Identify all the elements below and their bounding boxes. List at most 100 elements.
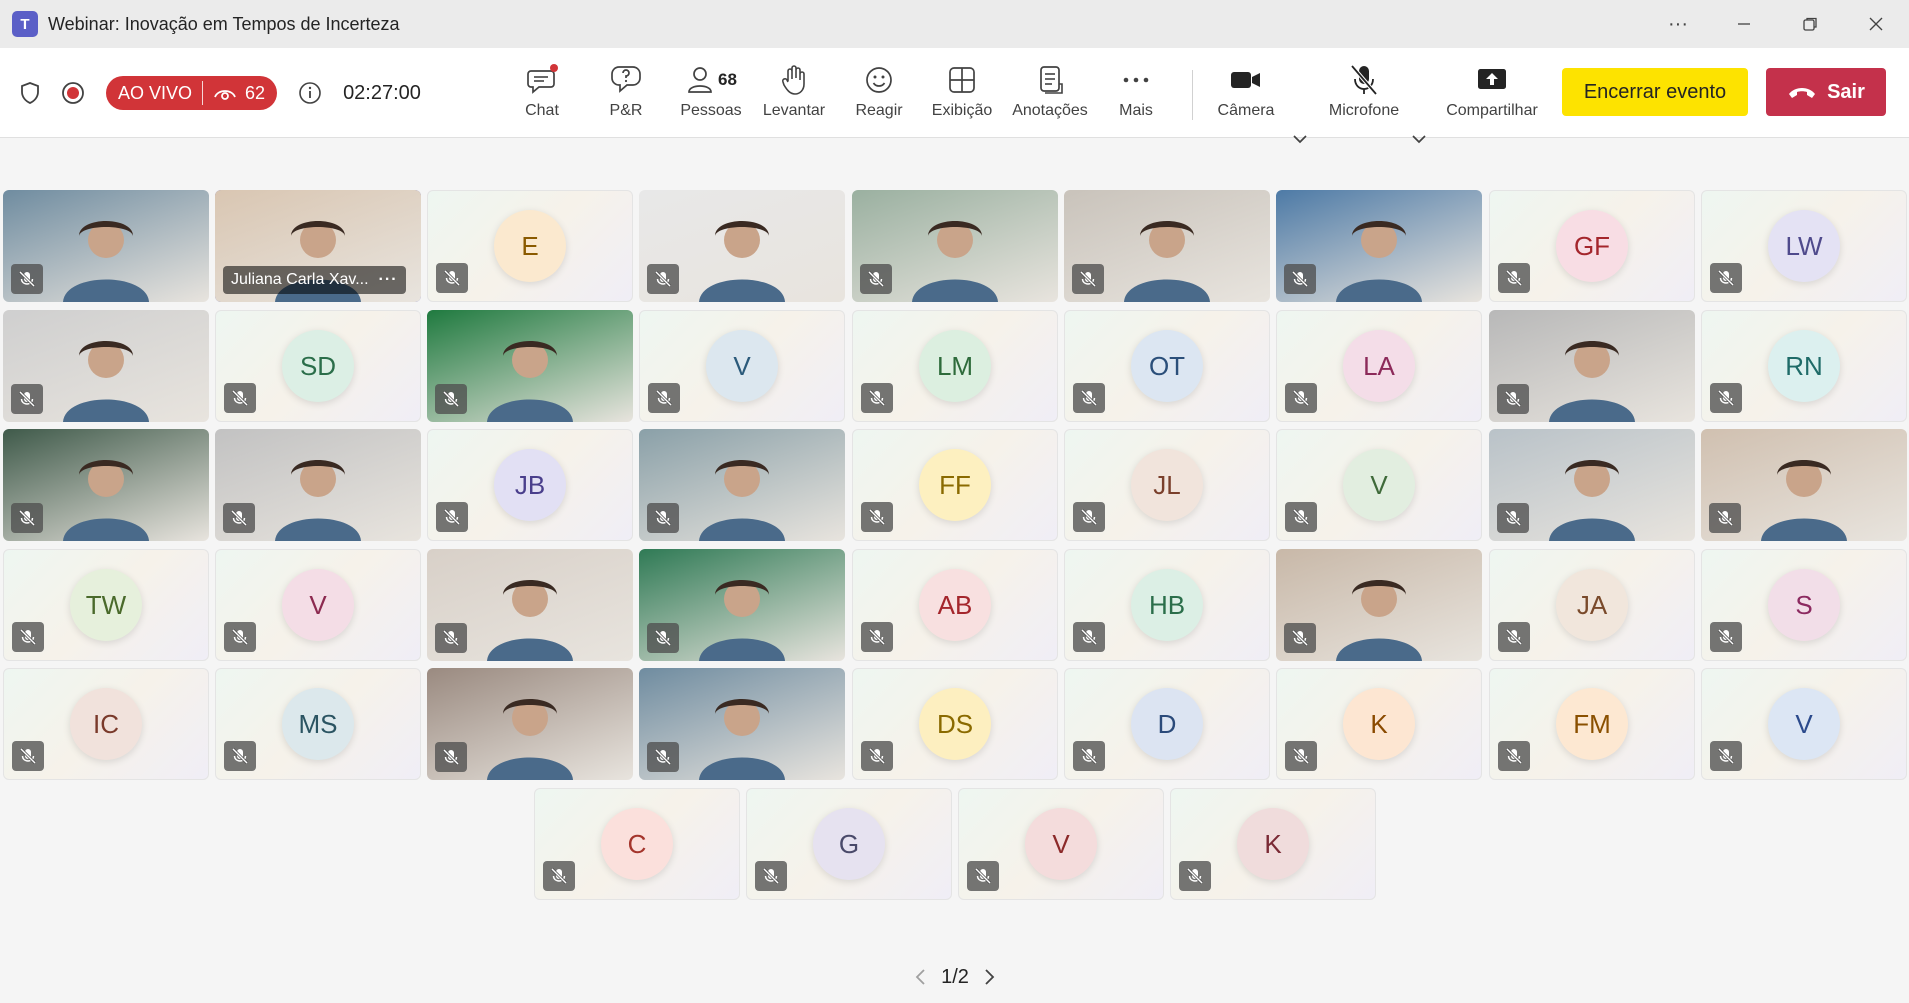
participant-tile[interactable] xyxy=(852,190,1058,302)
view-button[interactable]: Exibição xyxy=(932,60,992,130)
participant-tile[interactable]: E xyxy=(427,190,633,302)
participant-tile[interactable]: AB xyxy=(852,549,1058,661)
participant-tile[interactable] xyxy=(427,668,633,780)
participant-tile[interactable] xyxy=(427,310,633,422)
microphone-label: Microfone xyxy=(1328,102,1400,119)
people-label: Pessoas xyxy=(680,102,742,119)
participant-tile[interactable]: HB xyxy=(1064,549,1270,661)
end-event-button[interactable]: Encerrar evento xyxy=(1562,68,1748,116)
chat-icon xyxy=(527,64,558,94)
participant-tile[interactable]: OT xyxy=(1064,310,1270,422)
participant-tile[interactable]: D xyxy=(1064,668,1270,780)
participant-tile[interactable]: V xyxy=(639,310,845,422)
participant-tile[interactable] xyxy=(1489,429,1695,541)
participant-tile[interactable] xyxy=(639,549,845,661)
muted-mic-icon xyxy=(647,623,679,653)
participant-tile[interactable]: LM xyxy=(852,310,1058,422)
participant-tile[interactable]: FM xyxy=(1489,668,1695,780)
participant-tile[interactable]: FF xyxy=(852,429,1058,541)
participant-tile[interactable] xyxy=(639,190,845,302)
more-button[interactable]: Mais xyxy=(1116,60,1156,130)
muted-mic-icon xyxy=(1285,383,1317,413)
live-badge[interactable]: AO VIVO 62 xyxy=(106,76,278,110)
participant-tile[interactable] xyxy=(215,429,421,541)
participant-tile[interactable]: JB xyxy=(427,429,633,541)
chat-button[interactable]: Chat xyxy=(522,60,562,130)
participant-tile[interactable] xyxy=(3,310,209,422)
muted-mic-icon xyxy=(12,622,44,652)
participant-tile[interactable]: JA xyxy=(1489,549,1695,661)
muted-mic-icon xyxy=(12,741,44,771)
restore-button[interactable] xyxy=(1777,0,1843,48)
recording-icon[interactable] xyxy=(60,80,86,106)
participant-tile[interactable]: K xyxy=(1170,788,1376,900)
react-button[interactable]: Reagir xyxy=(855,60,903,130)
participant-tile[interactable]: GF xyxy=(1489,190,1695,302)
participant-tile[interactable]: IC xyxy=(3,668,209,780)
participant-name: Juliana Carla Xav... xyxy=(231,271,369,288)
participant-tile[interactable]: LA xyxy=(1276,310,1482,422)
shield-icon[interactable] xyxy=(16,79,44,107)
share-screen-icon xyxy=(1478,69,1506,89)
participant-tile[interactable]: TW xyxy=(3,549,209,661)
participant-tile[interactable] xyxy=(639,668,845,780)
leave-button[interactable]: Sair xyxy=(1766,68,1886,116)
microphone-button[interactable]: Microfone xyxy=(1324,60,1404,130)
participant-tile[interactable]: G xyxy=(746,788,952,900)
raise-hand-icon xyxy=(781,65,805,95)
share-label: Compartilhar xyxy=(1446,102,1538,119)
teams-logo-icon: T xyxy=(12,11,38,37)
participant-tile[interactable]: Juliana Carla Xav... ··· xyxy=(215,190,421,302)
participant-tile[interactable] xyxy=(1489,310,1695,422)
participant-tile[interactable]: MS xyxy=(215,668,421,780)
people-button[interactable]: 68 Pessoas xyxy=(680,60,742,130)
previous-page-icon[interactable] xyxy=(913,967,929,987)
participant-tile[interactable] xyxy=(1701,429,1907,541)
participant-tile[interactable]: V xyxy=(1701,668,1907,780)
participant-tile[interactable]: C xyxy=(534,788,740,900)
muted-mic-icon xyxy=(755,861,787,891)
live-label: AO VIVO xyxy=(118,82,193,103)
participant-tile[interactable] xyxy=(639,429,845,541)
muted-mic-icon xyxy=(967,861,999,891)
muted-mic-icon xyxy=(647,503,679,533)
participant-options-button[interactable]: ··· xyxy=(379,271,398,289)
participant-tile[interactable]: K xyxy=(1276,668,1482,780)
participant-tile[interactable]: RN xyxy=(1701,310,1907,422)
next-page-icon[interactable] xyxy=(981,967,997,987)
muted-mic-icon xyxy=(1285,502,1317,532)
participant-tile[interactable] xyxy=(3,190,209,302)
camera-options-chevron-icon[interactable] xyxy=(1291,130,1309,148)
participant-tile[interactable]: DS xyxy=(852,668,1058,780)
participant-tile[interactable]: JL xyxy=(1064,429,1270,541)
muted-mic-icon xyxy=(11,503,43,533)
participant-tile[interactable]: V xyxy=(215,549,421,661)
muted-mic-icon xyxy=(224,622,256,652)
participant-tile[interactable] xyxy=(3,429,209,541)
person-silhouette-icon xyxy=(487,699,573,780)
participant-tile[interactable] xyxy=(1276,549,1482,661)
mic-options-chevron-icon[interactable] xyxy=(1410,130,1428,148)
camera-icon xyxy=(1231,72,1260,88)
person-silhouette-icon xyxy=(1761,460,1847,541)
participant-tile[interactable] xyxy=(1276,190,1482,302)
participant-tile[interactable]: LW xyxy=(1701,190,1907,302)
participant-tile[interactable] xyxy=(427,549,633,661)
person-silhouette-icon xyxy=(1549,341,1635,422)
notes-button[interactable]: Anotações xyxy=(1010,60,1090,130)
share-button[interactable]: Compartilhar xyxy=(1444,60,1540,130)
info-icon[interactable] xyxy=(297,80,323,106)
camera-label: Câmera xyxy=(1217,102,1275,119)
participant-tile[interactable]: V xyxy=(1276,429,1482,541)
minimize-button[interactable] xyxy=(1711,0,1777,48)
qa-button[interactable]: P&R xyxy=(606,60,646,130)
participant-tile[interactable]: V xyxy=(958,788,1164,900)
participant-tile[interactable]: SD xyxy=(215,310,421,422)
participant-tile[interactable] xyxy=(1064,190,1270,302)
close-button[interactable] xyxy=(1843,0,1909,48)
participant-tile[interactable]: S xyxy=(1701,549,1907,661)
window-more-button[interactable]: ··· xyxy=(1645,0,1711,48)
camera-button[interactable]: Câmera xyxy=(1218,60,1274,130)
participant-avatar: E xyxy=(494,210,566,282)
raise-hand-button[interactable]: Levantar xyxy=(762,60,826,130)
